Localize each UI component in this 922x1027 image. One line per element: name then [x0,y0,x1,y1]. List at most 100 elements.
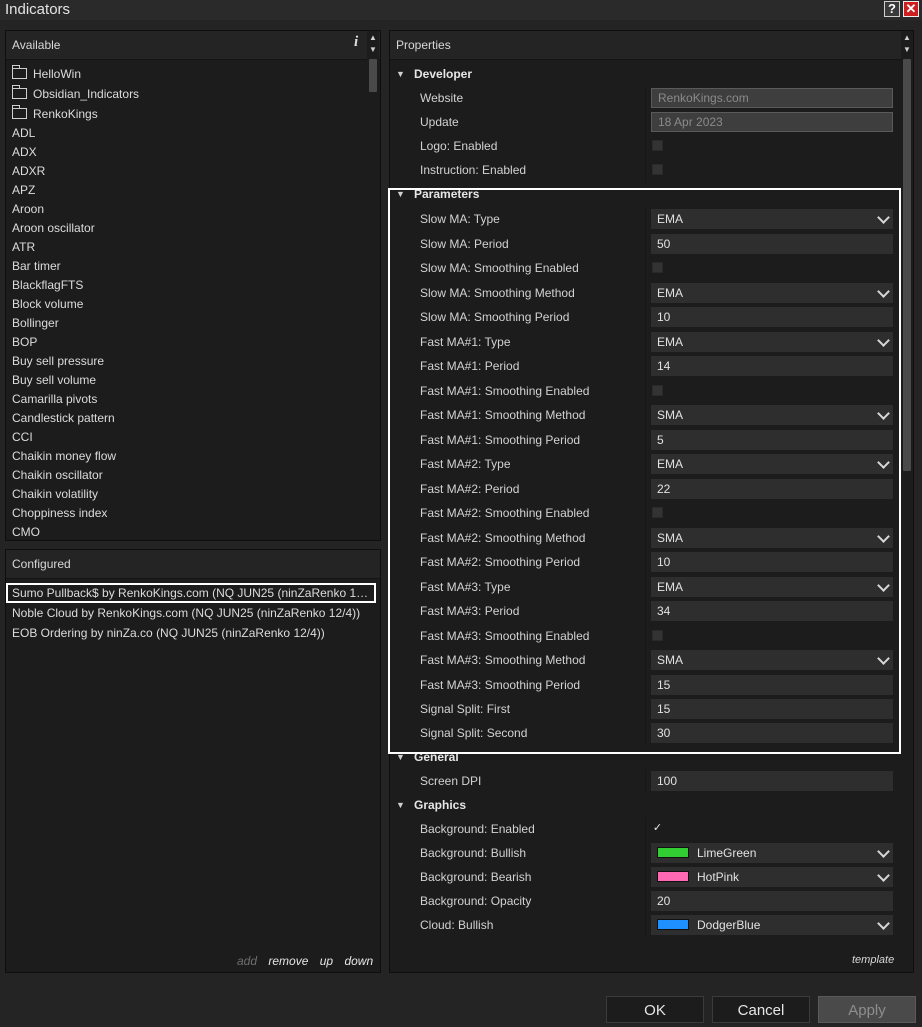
fast-ma2-smoothing-period-input[interactable]: 10 [651,552,893,572]
category-developer[interactable]: ▼ Developer [390,62,900,86]
indicator-item[interactable]: CMO [6,523,364,540]
indicator-item[interactable]: Bar timer [6,257,364,276]
property-row: Fast MA#1: Period 14 [390,354,900,379]
indicator-item[interactable]: Block volume [6,295,364,314]
configured-item-eob-ordering[interactable]: EOB Ordering by ninZa.co (NQ JUN25 (ninZ… [6,623,378,643]
indicator-item[interactable]: ADL [6,124,364,143]
up-link[interactable]: up [320,954,333,968]
indicator-item[interactable]: Chaikin money flow [6,447,364,466]
fast-ma1-smoothing-method-select[interactable]: SMA [651,405,893,425]
fast-ma3-period-input[interactable]: 34 [651,601,893,621]
collapse-arrow-icon[interactable]: ▼ [396,182,405,207]
slow-ma-smoothing-method-select[interactable]: EMA [651,282,893,303]
add-link[interactable]: add [237,954,257,968]
indicator-item[interactable]: Chaikin oscillator [6,466,364,485]
category-graphics[interactable]: ▼ Graphics [390,793,900,817]
color-swatch [657,919,689,930]
fast-ma1-smoothing-checkbox[interactable] [652,384,663,396]
fast-ma3-smoothing-checkbox[interactable] [652,629,663,641]
signal-split-first-input[interactable]: 15 [651,699,893,719]
fast-ma2-type-select[interactable]: EMA [651,454,893,474]
configured-item-sumo-pullback[interactable]: Sumo Pullback$ by RenkoKings.com (NQ JUN… [6,583,376,603]
property-row: Fast MA#2: Smoothing Method SMA [390,525,900,550]
properties-scrollbar[interactable]: ▲ ▼ [901,31,913,972]
indicator-item[interactable]: ADXR [6,162,364,181]
ok-button[interactable]: OK [606,996,704,1023]
signal-split-second-input[interactable]: 30 [651,723,893,743]
fast-ma2-smoothing-method-select[interactable]: SMA [651,527,893,548]
background-bullish-select[interactable]: LimeGreen [651,843,893,863]
collapse-arrow-icon[interactable]: ▼ [396,793,405,817]
fast-ma2-period-input[interactable]: 22 [651,478,893,499]
scroll-down-icon[interactable]: ▼ [367,45,379,55]
property-row: Cloud: Bullish DodgerBlue [390,913,900,937]
property-row: Signal Split: First 15 [390,697,900,721]
configured-actions: add remove up down [237,954,381,968]
indicator-item[interactable]: Camarilla pivots [6,390,364,409]
indicator-item[interactable]: Aroon [6,200,364,219]
slow-ma-smoothing-period-input[interactable]: 10 [651,307,893,327]
indicator-item[interactable]: BlackflagFTS [6,276,364,295]
indicator-item[interactable]: ATR [6,238,364,257]
property-row: Fast MA#3: Period 34 [390,599,900,624]
folder-item-obsidian[interactable]: Obsidian_Indicators [6,84,364,104]
collapse-arrow-icon[interactable]: ▼ [396,62,405,86]
fast-ma3-type-select[interactable]: EMA [651,576,893,597]
configured-item-noble-cloud[interactable]: Noble Cloud by RenkoKings.com (NQ JUN25 … [6,603,378,623]
remove-link[interactable]: remove [268,954,308,968]
indicator-item[interactable]: Candlestick pattern [6,409,364,428]
apply-button[interactable]: Apply [818,996,916,1023]
background-enabled-checkbox[interactable]: ✓ [652,823,663,834]
slow-ma-type-select[interactable]: EMA [651,209,893,229]
window-titlebar: Indicators ? ✕ [0,0,922,20]
indicator-item[interactable]: Buy sell pressure [6,352,364,371]
background-bearish-select[interactable]: HotPink [651,867,893,887]
scroll-up-icon[interactable]: ▲ [901,33,913,43]
cloud-bullish-select[interactable]: DodgerBlue [651,915,893,935]
cancel-button[interactable]: Cancel [712,996,810,1023]
fast-ma1-type-select[interactable]: EMA [651,331,893,352]
indicator-item[interactable]: BOP [6,333,364,352]
folder-item-hellowin[interactable]: HelloWin [6,64,364,84]
folder-item-renkokings[interactable]: RenkoKings [6,104,364,124]
indicator-item[interactable]: Chaikin volatility [6,485,364,504]
collapse-arrow-icon[interactable]: ▼ [396,745,405,769]
indicator-item[interactable]: Aroon oscillator [6,219,364,238]
indicator-item[interactable]: APZ [6,181,364,200]
scroll-thumb[interactable] [369,59,377,92]
down-link[interactable]: down [344,954,373,968]
fast-ma2-smoothing-checkbox[interactable] [652,507,663,518]
fast-ma3-smoothing-period-input[interactable]: 15 [651,674,893,695]
template-link[interactable]: template [852,954,894,966]
logo-enabled-checkbox[interactable] [652,140,663,151]
property-row: Fast MA#2: Type EMA [390,452,900,477]
indicator-item[interactable]: Buy sell volume [6,371,364,390]
background-opacity-input[interactable]: 20 [651,891,893,911]
screen-dpi-input[interactable]: 100 [651,771,893,791]
indicator-item[interactable]: CCI [6,428,364,447]
category-parameters[interactable]: ▼ Parameters [390,182,900,207]
slow-ma-smoothing-checkbox[interactable] [652,262,663,273]
scroll-down-icon[interactable]: ▼ [901,45,913,55]
slow-ma-period-input[interactable]: 50 [651,233,893,254]
instruction-enabled-checkbox[interactable] [652,164,663,175]
indicator-item[interactable]: ADX [6,143,364,162]
indicator-item[interactable]: Bollinger [6,314,364,333]
configured-header: Configured [6,550,380,579]
info-icon[interactable]: i [354,34,358,51]
help-button[interactable]: ? [884,1,900,17]
scroll-up-icon[interactable]: ▲ [367,33,379,43]
fast-ma3-smoothing-method-select[interactable]: SMA [651,650,893,670]
available-scrollbar[interactable]: ▲ ▼ [367,31,379,540]
property-row: Signal Split: Second 30 [390,721,900,745]
category-general[interactable]: ▼ General [390,745,900,769]
chevron-down-icon [877,407,890,420]
indicator-item[interactable]: Choppiness index [6,504,364,523]
chevron-down-icon [877,211,890,224]
scroll-thumb[interactable] [903,59,911,471]
property-row: Fast MA#1: Smoothing Method SMA [390,403,900,428]
fast-ma1-period-input[interactable]: 14 [651,356,893,376]
fast-ma1-smoothing-period-input[interactable]: 5 [651,429,893,450]
window-title: Indicators [5,1,71,18]
close-button[interactable]: ✕ [903,1,919,17]
